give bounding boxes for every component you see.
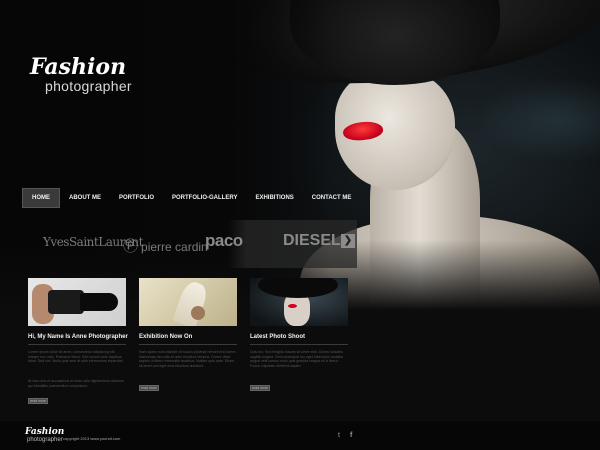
column-text: Lorem ipsum dolor sit amet, consectetur … [28,350,124,364]
footer-logo-subtitle: photographer [27,437,63,443]
hat-shape [258,278,338,298]
camera-body-shape [48,290,84,314]
divider [28,344,126,345]
photo-shoot-thumbnail[interactable] [250,278,348,326]
column-title[interactable]: Exhibition Now On [139,334,237,340]
exhibition-thumbnail[interactable] [139,278,237,326]
photographer-thumbnail[interactable] [28,278,126,326]
photo-shoot-column: Latest Photo Shoot Duis leo. Sed fringil… [250,278,348,394]
content-section: Hi, My Name Is Anne Photographer Lorem i… [0,278,600,420]
nav-home[interactable]: HOME [22,188,60,208]
hand-shape [191,306,205,320]
brand-paco-logo: paco [205,231,243,250]
twitter-icon[interactable]: t [338,432,340,439]
pierre-cardin-text: pierre cardin [141,240,208,254]
logo-subtitle[interactable]: photographer [45,78,132,94]
column-text-secondary: At vero eos et accusamus et iusto odio d… [28,379,124,388]
lips-shape [288,304,297,308]
copyright-text: copyright 2013 www.yoursit.com [63,436,121,441]
exhibition-column: Exhibition Now On Nam quam nunc blandit … [139,278,237,394]
main-nav: HOME ABOUT ME PORTFOLIO PORTFOLIO-GALLER… [22,188,360,208]
figure-shape [172,279,210,326]
divider [139,344,237,345]
brand-pierre-cardin-logo: Ⓟpierre cardin [123,235,208,256]
column-title[interactable]: Latest Photo Shoot [250,334,348,340]
column-text: Duis leo. Sed fringilla mauris sit amet … [250,350,344,368]
nav-about-me[interactable]: ABOUT ME [60,188,110,208]
nav-exhibitions[interactable]: EXHIBITIONS [246,188,302,208]
camera-lens-shape [80,293,118,311]
read-more-button[interactable]: read more [250,385,270,391]
brand-carousel: YvesSaintLaurent Ⓟpierre cardin paco DIE… [33,220,357,268]
brand-diesel-logo: DIESEL [283,232,341,249]
column-text: Nam quam nunc blandit vel luctus pulvina… [139,350,237,368]
read-more-button[interactable]: read more [139,385,159,391]
nav-portfolio[interactable]: PORTFOLIO [110,188,163,208]
nav-portfolio-gallery[interactable]: PORTFOLIO-GALLERY [163,188,246,208]
footer: Fashion photographer copyright 2013 www.… [0,421,600,450]
arrow-right-icon[interactable]: ❯ [341,234,355,248]
about-column: Hi, My Name Is Anne Photographer Lorem i… [28,278,128,407]
logo-title[interactable]: Fashion [30,54,126,80]
nav-contact-me[interactable]: CONTACT ME [303,188,361,208]
column-title[interactable]: Hi, My Name Is Anne Photographer [28,334,128,340]
read-more-button[interactable]: read more [28,398,48,404]
footer-logo[interactable]: Fashion [25,427,64,437]
divider [250,344,348,345]
pierre-cardin-mark: Ⓟ [123,237,139,255]
facebook-icon[interactable]: f [350,432,352,439]
